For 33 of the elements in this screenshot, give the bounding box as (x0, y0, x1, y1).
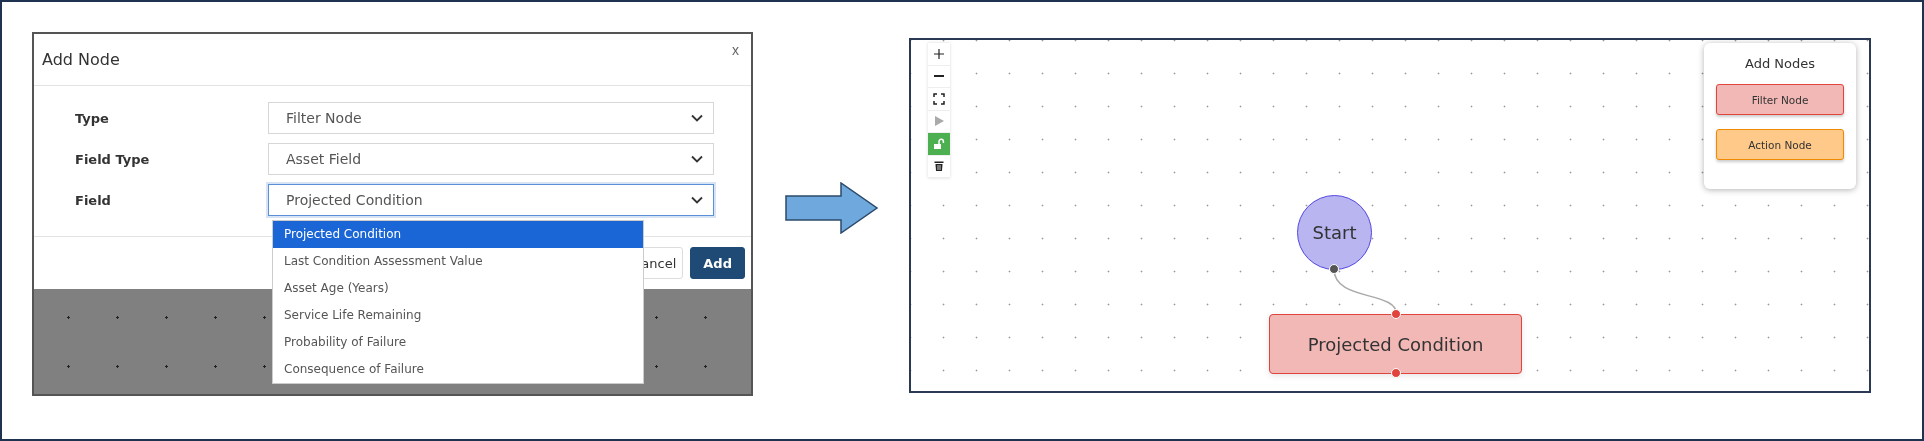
dialog-title: Add Node (42, 50, 120, 69)
toolbar-button[interactable] (928, 88, 950, 111)
chevron-icon (691, 155, 703, 163)
filter-node[interactable]: Projected Condition (1269, 314, 1522, 374)
output-handle[interactable] (1391, 368, 1401, 378)
output-handle[interactable] (1329, 264, 1339, 274)
field-label: Field (74, 192, 112, 208)
dropdown-option[interactable]: Probability of Failure (273, 329, 643, 356)
dropdown-option[interactable]: Consequence of Failure (273, 356, 643, 383)
select-field[interactable]: Filter Node (268, 102, 714, 134)
close-button[interactable]: x (728, 42, 743, 58)
select-field[interactable]: Asset Field (268, 143, 714, 175)
zoom-in-icon (933, 47, 945, 60)
field-label: Field Type (74, 151, 151, 167)
palette-title: Add Nodes (1745, 56, 1815, 71)
add-button[interactable]: Add (690, 247, 745, 279)
filter-node-button[interactable]: Filter Node (1716, 84, 1844, 115)
action-node-button[interactable]: Action Node (1716, 129, 1844, 160)
field-label: Type (74, 110, 110, 126)
start-node[interactable]: Start (1297, 195, 1372, 270)
toolbar-button[interactable] (928, 155, 950, 178)
dropdown-option[interactable]: Projected Condition (273, 221, 643, 248)
input-handle[interactable] (1391, 309, 1401, 319)
fit-view-icon (933, 92, 945, 105)
trash-icon (933, 160, 945, 173)
unlock-icon (933, 137, 945, 150)
toolbar-button[interactable] (928, 65, 950, 88)
arrow-icon (785, 182, 879, 234)
chevron-icon (691, 114, 703, 122)
chevron-icon (691, 196, 703, 204)
dropdown-option[interactable]: Service Life Remaining (273, 302, 643, 329)
select-field[interactable]: Projected Condition (268, 184, 714, 216)
play-icon (933, 115, 945, 128)
